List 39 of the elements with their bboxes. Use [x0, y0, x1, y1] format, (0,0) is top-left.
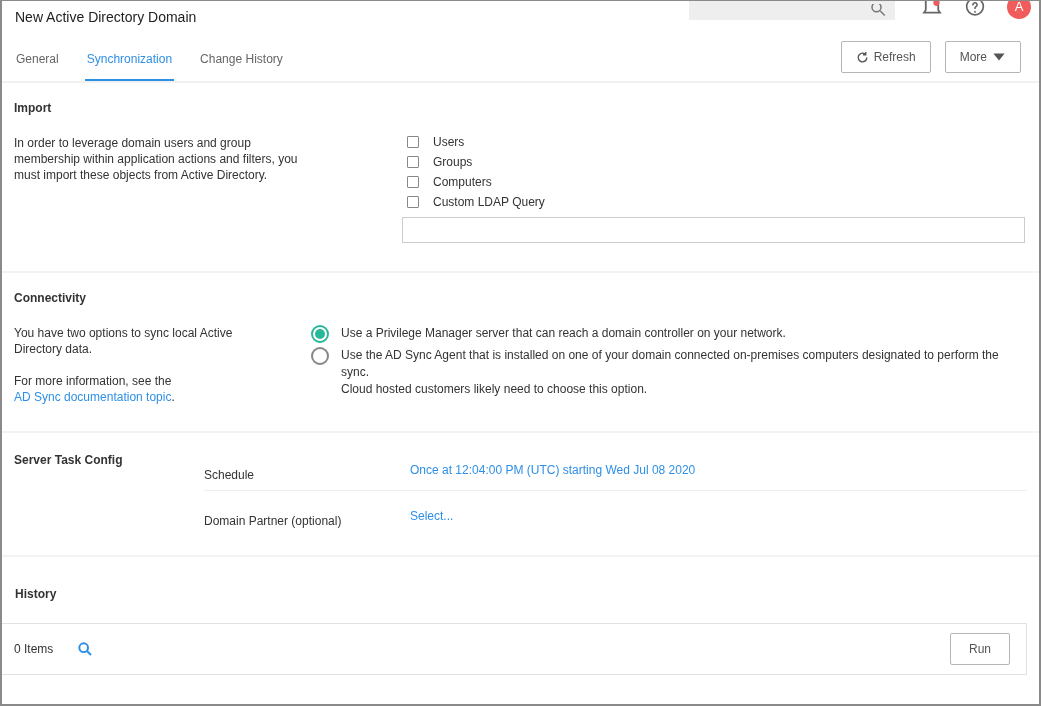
radio-button[interactable] — [310, 347, 329, 365]
checkbox[interactable] — [407, 196, 419, 208]
help-icon[interactable] — [965, 1, 985, 17]
info-text: For more information, see the AD Sync documentation topic. — [14, 373, 176, 405]
caret-icon — [992, 53, 1006, 61]
config-label: Schedule — [204, 467, 256, 484]
ldap-query-field[interactable] — [402, 217, 1025, 243]
tab[interactable]: General — [14, 52, 61, 81]
radio-button[interactable] — [310, 325, 329, 343]
tab[interactable]: Change History — [198, 52, 285, 81]
refresh-button[interactable]: Refresh — [840, 41, 931, 73]
checkbox-label: Custom LDAP Query — [433, 195, 545, 209]
checkbox[interactable] — [407, 136, 419, 148]
more-button[interactable]: More — [944, 41, 1021, 73]
item-count: 0 Items — [14, 642, 54, 656]
checkbox-label: Users — [433, 135, 465, 149]
run-button[interactable]: Run — [950, 633, 1010, 665]
radio-label: Use the AD Sync Agent that is installed on one of your domain connected on-premises computers designated to perform the sync. Cloud hosted customers likely need to choose this option. — [340, 347, 1000, 398]
import-description: In order to leverage domain users and group membership within application actions and filters, you must import these objects from Active Directory. — [14, 135, 299, 184]
checkbox-label: Groups — [433, 155, 473, 169]
search-field[interactable] — [689, 1, 895, 20]
config-value-link[interactable]: Once at 12:04:00 PM (UTC) starting Wed Jul 08 2020 — [410, 463, 696, 477]
section-heading: Import — [14, 101, 53, 115]
checkbox-label: Computers — [433, 175, 492, 189]
radio-label: Use a Privilege Manager server that can reach a domain controller on your network. — [340, 325, 786, 342]
page-title: New Active Directory Domain — [14, 8, 198, 25]
checkbox[interactable] — [407, 156, 419, 168]
checkbox[interactable] — [407, 176, 419, 188]
config-value-link[interactable]: Select... — [410, 509, 454, 523]
connectivity-description: You have two options to sync local Active Directory data. — [14, 325, 234, 357]
search-icon[interactable] — [77, 641, 94, 657]
search-icon — [869, 3, 887, 18]
section-heading: Server Task Config — [14, 453, 124, 467]
section-heading: History — [15, 587, 58, 601]
refresh-icon — [855, 50, 869, 64]
tab[interactable]: Synchronization — [84, 52, 175, 81]
config-label: Domain Partner (optional) — [204, 513, 343, 530]
section-heading: Connectivity — [14, 291, 87, 305]
user-avatar[interactable]: A — [1007, 1, 1031, 19]
